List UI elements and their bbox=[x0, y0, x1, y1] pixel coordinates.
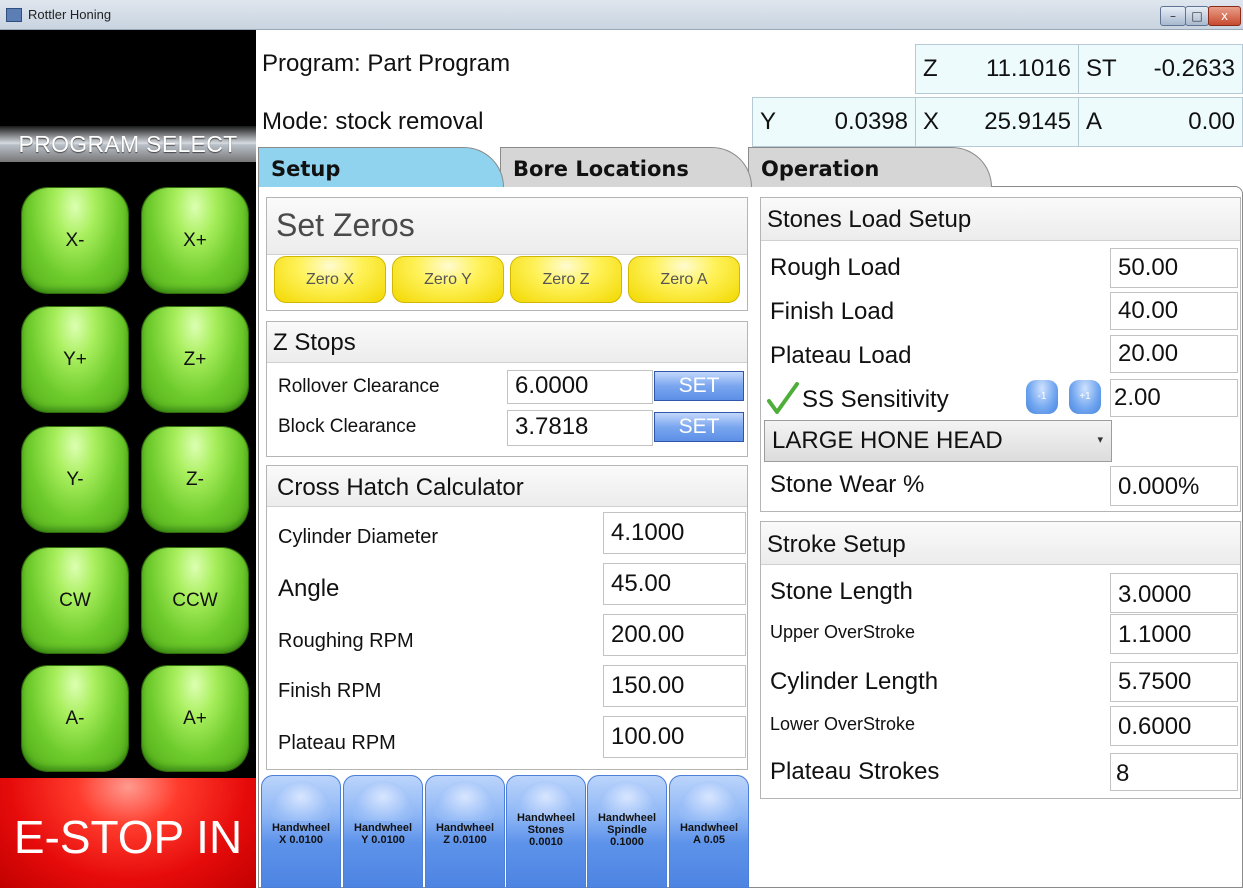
stone-wear-field[interactable]: 0.000% bbox=[1110, 466, 1238, 506]
cylinder-length-field[interactable]: 5.7500 bbox=[1110, 662, 1238, 702]
stone-length-field[interactable]: 3.0000 bbox=[1110, 573, 1238, 613]
plateau-strokes-field[interactable]: 8 bbox=[1110, 753, 1238, 791]
title-bar: Rottler Honing – □ x bbox=[0, 0, 1243, 30]
set-block-button[interactable]: SET bbox=[654, 412, 744, 442]
lower-overstroke-label: Lower OverStroke bbox=[770, 714, 916, 734]
minimize-button[interactable]: – bbox=[1160, 6, 1186, 26]
jog-y-plus-button[interactable]: Y+ bbox=[22, 307, 128, 412]
finish-load-label: Finish Load bbox=[770, 298, 895, 325]
a-axis-value: 0.00 bbox=[1188, 108, 1235, 135]
ss-sensitivity-field[interactable]: 2.00 bbox=[1110, 379, 1238, 417]
jog-x-minus-button[interactable]: X- bbox=[22, 188, 128, 293]
set-rollover-button[interactable]: SET bbox=[654, 371, 744, 401]
tab-operation[interactable]: Operation bbox=[748, 147, 992, 187]
estop-button[interactable]: E-STOP IN bbox=[0, 778, 256, 888]
hone-head-select[interactable]: LARGE HONE HEAD ▾ bbox=[764, 420, 1112, 462]
stone-wear-label: Stone Wear % bbox=[770, 471, 925, 498]
x-axis-name: X bbox=[923, 108, 940, 135]
rough-load-label: Rough Load bbox=[770, 254, 901, 281]
jog-cw-button[interactable]: CW bbox=[22, 548, 128, 653]
roughing-rpm-field[interactable]: 200.00 bbox=[603, 614, 746, 656]
a-readout: A 0.00 bbox=[1078, 97, 1243, 147]
jog-a-plus-button[interactable]: A+ bbox=[142, 666, 248, 771]
handwheel-spindle-button[interactable]: Handwheel Spindle 0.1000 bbox=[587, 775, 667, 888]
maximize-button[interactable]: □ bbox=[1185, 6, 1209, 26]
tab-setup[interactable]: Setup bbox=[258, 147, 504, 187]
jog-z-plus-button[interactable]: Z+ bbox=[142, 307, 248, 412]
handwheel-x-button[interactable]: Handwheel X 0.0100 bbox=[261, 775, 341, 888]
block-clearance-field[interactable]: 3.7818 bbox=[507, 410, 653, 446]
stone-length-label: Stone Length bbox=[770, 578, 913, 605]
ss-sensitivity-label: SS Sensitivity bbox=[802, 386, 949, 413]
jog-ccw-button[interactable]: CCW bbox=[142, 548, 248, 653]
chevron-down-icon: ▾ bbox=[1097, 434, 1103, 446]
block-clearance-label: Block Clearance bbox=[278, 416, 417, 437]
tab-bore-locations[interactable]: Bore Locations bbox=[500, 147, 752, 187]
jog-y-minus-button[interactable]: Y- bbox=[22, 427, 128, 532]
handwheel-stones-button[interactable]: Handwheel Stones 0.0010 bbox=[506, 775, 586, 888]
hone-head-select-value: LARGE HONE HEAD bbox=[772, 427, 1003, 454]
st-axis-name: ST bbox=[1086, 55, 1117, 82]
plateau-load-field[interactable]: 20.00 bbox=[1110, 335, 1238, 373]
y-axis-name: Y bbox=[760, 108, 777, 135]
cylinder-diameter-field[interactable]: 4.1000 bbox=[603, 512, 746, 554]
upper-overstroke-field[interactable]: 1.1000 bbox=[1110, 614, 1238, 654]
check-icon bbox=[767, 382, 799, 414]
zero-a-button[interactable]: Zero A bbox=[628, 256, 740, 303]
ss-increase-button[interactable]: +1 bbox=[1069, 380, 1101, 414]
handwheel-a-button[interactable]: Handwheel A 0.05 bbox=[669, 775, 749, 888]
finish-load-field[interactable]: 40.00 bbox=[1110, 292, 1238, 330]
mode-label: Mode: stock removal bbox=[262, 108, 484, 135]
y-readout: Y 0.0398 bbox=[752, 97, 916, 147]
z-axis-value: 11.1016 bbox=[986, 55, 1071, 82]
zero-y-button[interactable]: Zero Y bbox=[392, 256, 504, 303]
program-label: Program: Part Program bbox=[262, 50, 511, 77]
handwheel-y-button[interactable]: Handwheel Y 0.0100 bbox=[343, 775, 423, 888]
cross-hatch-title: Cross Hatch Calculator bbox=[277, 474, 524, 501]
ss-decrease-button[interactable]: -1 bbox=[1026, 380, 1058, 414]
rough-load-field[interactable]: 50.00 bbox=[1110, 248, 1238, 288]
a-axis-name: A bbox=[1086, 108, 1103, 135]
plateau-strokes-label: Plateau Strokes bbox=[770, 758, 940, 785]
finish-rpm-field[interactable]: 150.00 bbox=[603, 665, 746, 707]
z-readout: Z 11.1016 bbox=[915, 44, 1079, 94]
window-title: Rottler Honing bbox=[28, 7, 112, 22]
app-icon bbox=[6, 8, 22, 22]
cylinder-diameter-label: Cylinder Diameter bbox=[278, 526, 439, 548]
program-select-button[interactable]: PROGRAM SELECT bbox=[0, 126, 256, 162]
st-readout: ST -0.2633 bbox=[1078, 44, 1243, 94]
jog-a-minus-button[interactable]: A- bbox=[22, 666, 128, 771]
x-readout: X 25.9145 bbox=[915, 97, 1079, 147]
roughing-rpm-label: Roughing RPM bbox=[278, 630, 414, 652]
stones-load-title: Stones Load Setup bbox=[767, 206, 972, 233]
st-axis-value: -0.2633 bbox=[1153, 55, 1235, 82]
jog-x-plus-button[interactable]: X+ bbox=[142, 188, 248, 293]
plateau-rpm-field[interactable]: 100.00 bbox=[603, 716, 746, 758]
upper-overstroke-label: Upper OverStroke bbox=[770, 622, 916, 642]
z-stops-title: Z Stops bbox=[273, 329, 356, 356]
zero-z-button[interactable]: Zero Z bbox=[510, 256, 622, 303]
x-axis-value: 25.9145 bbox=[984, 108, 1071, 135]
rollover-clearance-label: Rollover Clearance bbox=[278, 376, 440, 397]
angle-field[interactable]: 45.00 bbox=[603, 563, 746, 605]
jog-z-minus-button[interactable]: Z- bbox=[142, 427, 248, 532]
set-zeros-title: Set Zeros bbox=[276, 207, 415, 243]
zero-x-button[interactable]: Zero X bbox=[274, 256, 386, 303]
plateau-load-label: Plateau Load bbox=[770, 342, 912, 369]
finish-rpm-label: Finish RPM bbox=[278, 680, 382, 702]
rollover-clearance-field[interactable]: 6.0000 bbox=[507, 370, 653, 404]
plateau-rpm-label: Plateau RPM bbox=[278, 732, 396, 754]
cylinder-length-label: Cylinder Length bbox=[770, 668, 939, 695]
handwheel-z-button[interactable]: Handwheel Z 0.0100 bbox=[425, 775, 505, 888]
lower-overstroke-field[interactable]: 0.6000 bbox=[1110, 706, 1238, 746]
y-axis-value: 0.0398 bbox=[834, 108, 908, 135]
close-button[interactable]: x bbox=[1208, 6, 1241, 26]
z-axis-name: Z bbox=[923, 55, 938, 82]
angle-label: Angle bbox=[278, 575, 340, 602]
stroke-setup-title: Stroke Setup bbox=[767, 531, 906, 558]
